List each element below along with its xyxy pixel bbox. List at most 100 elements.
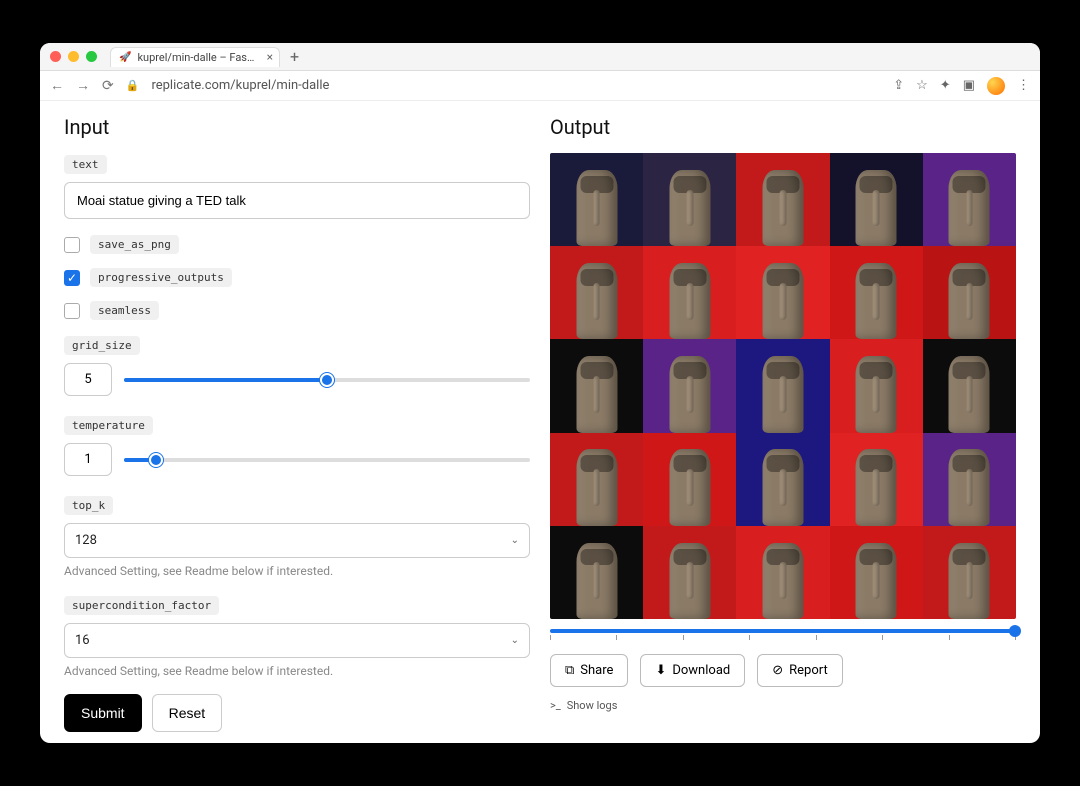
image-cell (830, 153, 923, 246)
report-button[interactable]: ⊘ Report (757, 654, 843, 687)
download-icon: ⬇ (655, 663, 666, 678)
image-cell (736, 153, 829, 246)
output-panel: Output ⧉ Share ⬇ Download (550, 113, 1016, 725)
output-heading: Output (550, 115, 1016, 139)
row-progressive-outputs[interactable]: progressive_outputs (64, 268, 530, 287)
label-text: text (64, 155, 107, 174)
sidepanel-icon[interactable]: ▣ (963, 78, 975, 93)
output-timeline[interactable] (550, 629, 1016, 633)
label-grid-size: grid_size (64, 336, 140, 355)
tab-title: kuprel/min-dalle – Fast, minim… (137, 51, 257, 64)
temperature-track[interactable] (124, 458, 530, 462)
label-seamless: seamless (90, 301, 159, 320)
alert-icon: ⊘ (772, 663, 783, 678)
image-cell (643, 246, 736, 339)
image-grid (550, 153, 1016, 619)
share-label: Share (580, 663, 613, 678)
report-label: Report (789, 663, 828, 678)
address-bar: ← → ⟳ 🔒 replicate.com/kuprel/min-dalle ⇪… (40, 71, 1040, 101)
grid-size-fill (124, 378, 327, 382)
image-cell (736, 526, 829, 619)
image-cell (736, 339, 829, 432)
kebab-icon[interactable]: ⋮ (1017, 78, 1030, 93)
new-tab-button[interactable]: + (286, 47, 303, 66)
input-panel: Input text save_as_png progressive_outpu… (64, 113, 530, 725)
select-top-k[interactable]: 128 ⌄ (64, 523, 530, 558)
temperature-thumb[interactable] (149, 453, 163, 467)
traffic-lights (50, 51, 97, 62)
image-cell (830, 246, 923, 339)
text-input[interactable] (64, 182, 530, 219)
image-cell (830, 433, 923, 526)
extensions-icon[interactable]: ✦ (940, 78, 951, 93)
label-supercondition: supercondition_factor (64, 596, 219, 615)
toolbar-right: ⇪ ☆ ✦ ▣ ⋮ (893, 77, 1030, 95)
download-button[interactable]: ⬇ Download (640, 654, 745, 687)
reset-button[interactable]: Reset (152, 694, 223, 732)
reload-icon[interactable]: ⟳ (102, 78, 114, 94)
window-close-icon[interactable] (50, 51, 61, 62)
output-buttons: ⧉ Share ⬇ Download ⊘ Report (550, 654, 1016, 687)
image-cell (643, 153, 736, 246)
button-row: Submit Reset (64, 694, 530, 732)
image-cell (736, 246, 829, 339)
chevron-down-icon: ⌄ (511, 535, 519, 546)
tab-strip: 🚀 kuprel/min-dalle – Fast, minim… × + (110, 47, 303, 67)
lock-icon: 🔒 (126, 79, 140, 92)
close-icon[interactable]: × (267, 50, 273, 64)
image-cell (550, 433, 643, 526)
titlebar: 🚀 kuprel/min-dalle – Fast, minim… × + (40, 43, 1040, 71)
checkbox-progressive-outputs[interactable] (64, 270, 80, 286)
image-cell (643, 526, 736, 619)
browser-window: 🚀 kuprel/min-dalle – Fast, minim… × + ← … (40, 43, 1040, 743)
avatar[interactable] (987, 77, 1005, 95)
slider-grid-size: 5 (64, 363, 530, 396)
image-cell (923, 433, 1016, 526)
checkbox-save-as-png[interactable] (64, 237, 80, 253)
back-icon[interactable]: ← (50, 77, 64, 94)
image-cell (550, 339, 643, 432)
terminal-icon: >_ (550, 699, 561, 712)
label-save-as-png: save_as_png (90, 235, 179, 254)
label-temperature: temperature (64, 416, 153, 435)
checkbox-seamless[interactable] (64, 303, 80, 319)
row-seamless[interactable]: seamless (64, 301, 530, 320)
slider-temperature: 1 (64, 443, 530, 476)
star-icon[interactable]: ☆ (916, 78, 928, 93)
window-max-icon[interactable] (86, 51, 97, 62)
grid-size-thumb[interactable] (320, 373, 334, 387)
helper-supercondition: Advanced Setting, see Readme below if in… (64, 664, 530, 678)
label-progressive-outputs: progressive_outputs (90, 268, 232, 287)
image-cell (923, 153, 1016, 246)
submit-button[interactable]: Submit (64, 694, 142, 732)
download-label: Download (672, 663, 730, 678)
timeline-thumb[interactable] (1009, 625, 1021, 637)
share-icon[interactable]: ⇪ (893, 78, 904, 93)
input-heading: Input (64, 115, 530, 139)
image-cell (830, 339, 923, 432)
image-cell (643, 339, 736, 432)
row-save-as-png[interactable]: save_as_png (64, 235, 530, 254)
rocket-icon: 🚀 (119, 52, 131, 63)
grid-size-value[interactable]: 5 (64, 363, 112, 396)
show-logs-label: Show logs (567, 699, 618, 712)
content: Input text save_as_png progressive_outpu… (40, 101, 1040, 743)
image-cell (550, 153, 643, 246)
tab-active[interactable]: 🚀 kuprel/min-dalle – Fast, minim… × (110, 47, 280, 67)
image-cell (923, 339, 1016, 432)
share-icon: ⧉ (565, 663, 574, 678)
url-text[interactable]: replicate.com/kuprel/min-dalle (151, 78, 881, 93)
image-cell (923, 526, 1016, 619)
share-button[interactable]: ⧉ Share (550, 654, 628, 687)
window-min-icon[interactable] (68, 51, 79, 62)
output-image (550, 153, 1016, 619)
chevron-down-icon: ⌄ (511, 635, 519, 646)
temperature-value[interactable]: 1 (64, 443, 112, 476)
timeline-ticks (550, 635, 1016, 640)
image-cell (830, 526, 923, 619)
forward-icon[interactable]: → (76, 77, 90, 94)
show-logs-link[interactable]: >_ Show logs (550, 699, 1016, 712)
select-supercondition[interactable]: 16 ⌄ (64, 623, 530, 658)
grid-size-track[interactable] (124, 378, 530, 382)
top-k-value: 128 (75, 533, 97, 548)
